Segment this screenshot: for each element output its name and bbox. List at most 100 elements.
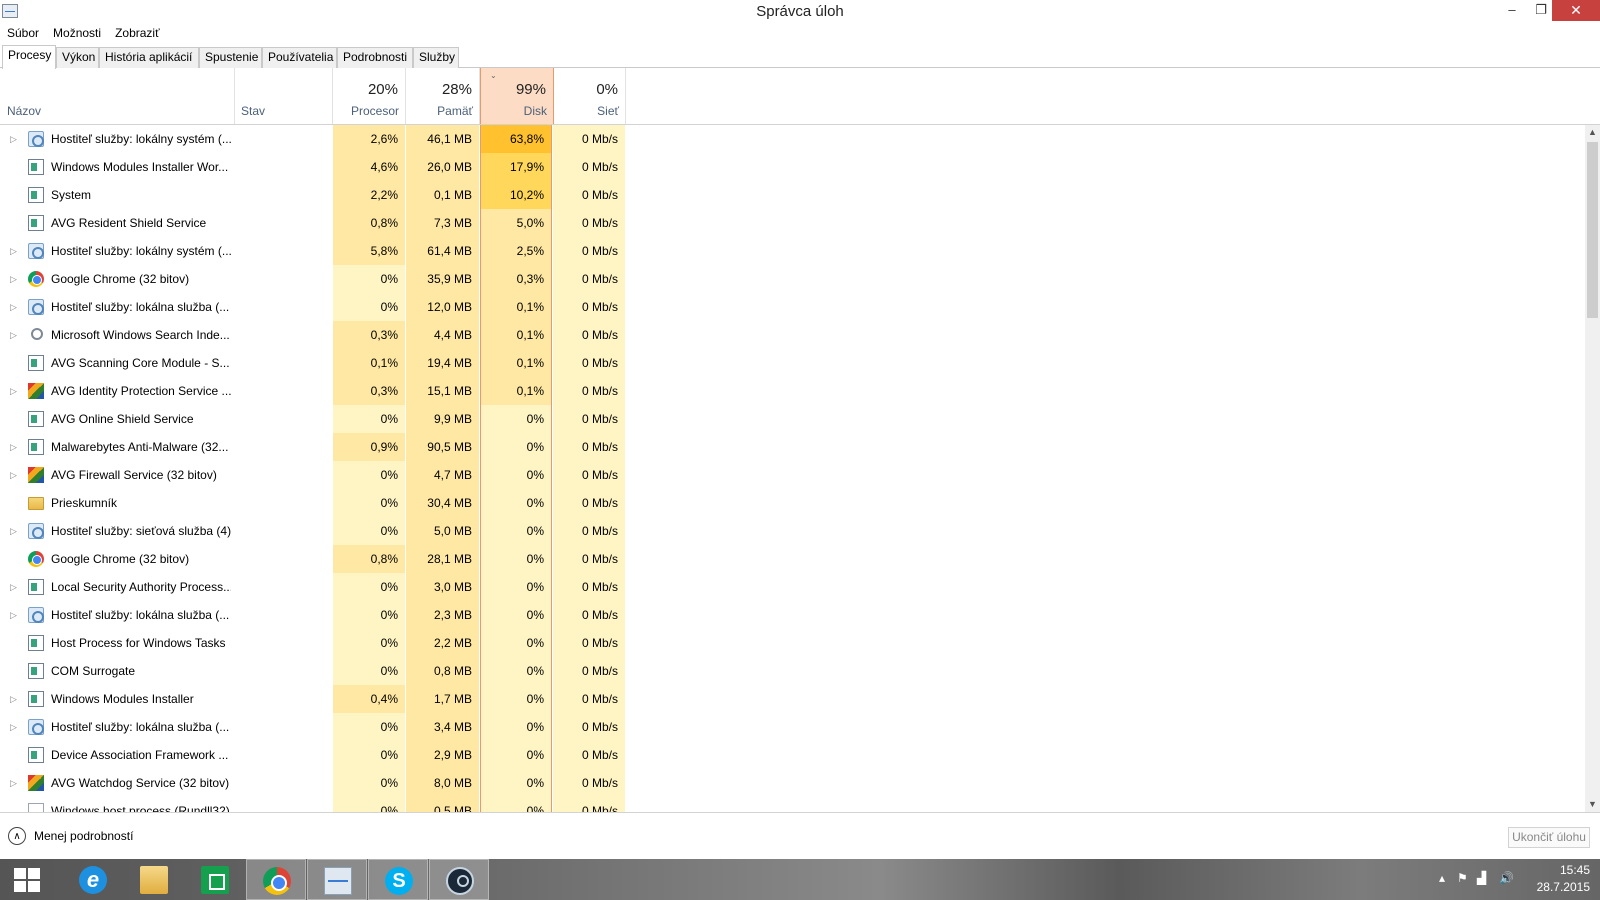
expand-chevron-icon[interactable]: ▷ xyxy=(10,377,20,405)
store-taskbar-button[interactable] xyxy=(185,859,245,900)
close-button[interactable]: ✕ xyxy=(1552,0,1600,21)
expand-chevron-icon[interactable]: ▷ xyxy=(10,713,20,741)
process-row[interactable]: ▷ Hostiteľ služby: lokálny systém (... 2,6… xyxy=(0,125,1585,153)
process-row[interactable]: ▷ AVG Watchdog Service (32 bitov) 0% 8,0 MB… xyxy=(0,769,1585,797)
process-row[interactable]: AVG Online Shield Service 0% 9,9 MB 0% 0 Mb/… xyxy=(0,405,1585,433)
process-row[interactable]: ▷ Hostiteľ služby: lokálny systém (... 5,8… xyxy=(0,237,1585,265)
network-signal-icon[interactable]: ▟ xyxy=(1477,871,1486,885)
chrome-taskbar-button[interactable] xyxy=(246,859,306,900)
expand-chevron-icon[interactable]: ▷ xyxy=(10,125,20,153)
application-window-icon xyxy=(28,579,44,595)
expand-chevron-icon[interactable]: ▷ xyxy=(10,461,20,489)
memory-value: 8,0 MB xyxy=(406,769,479,797)
sort-descending-icon: ⌄ xyxy=(490,71,497,80)
memory-value: 30,4 MB xyxy=(406,489,479,517)
chevron-up-circle-icon[interactable]: ∧ xyxy=(8,827,26,845)
application-window-icon xyxy=(28,691,44,707)
application-window-icon xyxy=(28,355,44,371)
clock-date[interactable]: 28.7.2015 xyxy=(1537,880,1590,894)
process-row[interactable]: ▷ Windows Modules Installer 0,4% 1,7 MB 0% 0 … xyxy=(0,685,1585,713)
task-manager-taskbar-button[interactable] xyxy=(307,859,367,900)
tab-details[interactable]: Podrobnosti xyxy=(337,47,413,68)
process-row[interactable]: ▷ Hostiteľ služby: sieťová služba (4) 0% 5,… xyxy=(0,517,1585,545)
expand-chevron-icon[interactable]: ▷ xyxy=(10,293,20,321)
process-row[interactable]: AVG Scanning Core Module - S... 0,1% 19,4 … xyxy=(0,349,1585,377)
expand-chevron-icon[interactable]: ▷ xyxy=(10,265,20,293)
chrome-icon xyxy=(28,551,44,567)
cpu-value: 0% xyxy=(333,405,405,433)
minimize-button[interactable]: – xyxy=(1497,0,1527,21)
network-value: 0 Mb/s xyxy=(553,461,625,489)
col-header-memory[interactable]: 28% Pamäť xyxy=(406,68,480,124)
scroll-down-arrow-icon[interactable]: ▼ xyxy=(1585,797,1600,812)
fewer-details-link[interactable]: Menej podrobností xyxy=(34,829,133,843)
process-row[interactable]: ▷ Hostiteľ služby: lokálna služba (... 0% 2… xyxy=(0,601,1585,629)
col-header-status[interactable]: Stav xyxy=(235,68,333,124)
file-explorer-icon xyxy=(140,866,168,894)
action-center-flag-icon[interactable]: ⚑ xyxy=(1457,871,1468,885)
volume-icon[interactable]: 🔊 xyxy=(1499,871,1514,885)
expand-chevron-icon[interactable]: ▷ xyxy=(10,517,20,545)
process-row[interactable]: System 2,2% 0,1 MB 10,2% 0 Mb/s xyxy=(0,181,1585,209)
expand-chevron-icon[interactable]: ▷ xyxy=(10,237,20,265)
col-header-name[interactable]: Názov xyxy=(0,68,235,124)
expand-chevron-icon[interactable]: ▷ xyxy=(10,573,20,601)
process-name: Device Association Framework ... xyxy=(51,748,229,762)
steam-taskbar-button[interactable] xyxy=(429,859,489,900)
col-header-network[interactable]: 0% Sieť xyxy=(553,68,626,124)
network-value: 0 Mb/s xyxy=(553,237,625,265)
process-row[interactable]: ▷ Hostiteľ služby: lokálna služba (... 0% 1… xyxy=(0,293,1585,321)
disk-value: 0% xyxy=(480,545,552,573)
process-row[interactable]: Device Association Framework ... 0% 2,9 MB… xyxy=(0,741,1585,769)
process-row[interactable]: Windows Modules Installer Wor... 4,6% 26,0… xyxy=(0,153,1585,181)
process-row[interactable]: COM Surrogate 0% 0,8 MB 0% 0 Mb/s xyxy=(0,657,1585,685)
process-row[interactable]: Host Process for Windows Tasks 0% 2,2 MB 0%… xyxy=(0,629,1585,657)
clock-time[interactable]: 15:45 xyxy=(1560,863,1590,877)
scrollbar-thumb[interactable] xyxy=(1587,142,1598,318)
col-header-disk[interactable]: ⌄ 99% Disk xyxy=(480,68,554,124)
service-gear-icon xyxy=(28,719,44,735)
expand-chevron-icon xyxy=(10,209,20,237)
end-task-button[interactable]: Ukončiť úlohu xyxy=(1508,827,1590,848)
vertical-scrollbar[interactable]: ▲ ▼ xyxy=(1585,125,1600,812)
tab-app-history[interactable]: História aplikácií xyxy=(99,47,199,68)
expand-chevron-icon[interactable]: ▷ xyxy=(10,433,20,461)
network-value: 0 Mb/s xyxy=(553,601,625,629)
file-explorer-taskbar-button[interactable] xyxy=(124,859,184,900)
process-row[interactable]: ▷ Malwarebytes Anti-Malware (32... 0,9% 90,… xyxy=(0,433,1585,461)
cpu-value: 0% xyxy=(333,489,405,517)
expand-chevron-icon[interactable]: ▷ xyxy=(10,769,20,797)
expand-chevron-icon[interactable]: ▷ xyxy=(10,685,20,713)
expand-chevron-icon[interactable]: ▷ xyxy=(10,601,20,629)
show-hidden-icons-icon[interactable]: ▴ xyxy=(1439,871,1445,885)
process-row[interactable]: ▷ AVG Firewall Service (32 bitov) 0% 4,7 MB… xyxy=(0,461,1585,489)
process-row[interactable]: ▷ Google Chrome (32 bitov) 0% 35,9 MB 0,3% 0 … xyxy=(0,265,1585,293)
process-name: Malwarebytes Anti-Malware (32... xyxy=(51,440,229,454)
process-row[interactable]: Prieskumník 0% 30,4 MB 0% 0 Mb/s xyxy=(0,489,1585,517)
menu-options[interactable]: Možnosti xyxy=(46,23,108,43)
process-row[interactable]: Google Chrome (32 bitov) 0,8% 28,1 MB 0% 0 M… xyxy=(0,545,1585,573)
process-row[interactable]: Windows host process (Rundll32) 0% 0,5 MB 0… xyxy=(0,797,1585,812)
menu-view[interactable]: Zobraziť xyxy=(108,23,167,43)
tab-services[interactable]: Služby xyxy=(413,47,459,68)
cpu-value: 0% xyxy=(333,293,405,321)
internet-explorer-icon: e xyxy=(79,866,107,894)
scroll-up-arrow-icon[interactable]: ▲ xyxy=(1585,125,1600,140)
disk-value: 0% xyxy=(480,657,552,685)
process-row[interactable]: ▷ Hostiteľ služby: lokálna služba (... 0% 3… xyxy=(0,713,1585,741)
col-header-cpu[interactable]: 20% Procesor xyxy=(333,68,406,124)
process-row[interactable]: ▷ Microsoft Windows Search Inde... 0,3% 4,4… xyxy=(0,321,1585,349)
internet-explorer-taskbar-button[interactable]: e xyxy=(63,859,123,900)
tab-processes[interactable]: Procesy xyxy=(2,45,56,69)
memory-value: 28,1 MB xyxy=(406,545,479,573)
menu-file[interactable]: Súbor xyxy=(0,23,46,43)
tab-users[interactable]: Používatelia xyxy=(262,47,337,68)
expand-chevron-icon[interactable]: ▷ xyxy=(10,321,20,349)
process-row[interactable]: AVG Resident Shield Service 0,8% 7,3 MB 5,0… xyxy=(0,209,1585,237)
tab-startup[interactable]: Spustenie xyxy=(199,47,262,68)
start-button[interactable] xyxy=(2,859,62,900)
skype-taskbar-button[interactable]: S xyxy=(368,859,428,900)
process-row[interactable]: ▷ Local Security Authority Process... 0% 3,… xyxy=(0,573,1585,601)
process-row[interactable]: ▷ AVG Identity Protection Service ... 0,3%… xyxy=(0,377,1585,405)
tab-performance[interactable]: Výkon xyxy=(56,47,99,68)
